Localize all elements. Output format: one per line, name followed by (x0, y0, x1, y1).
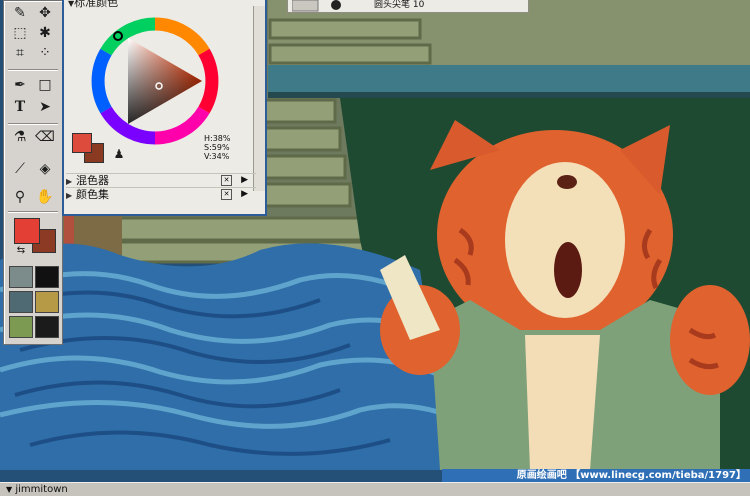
dropper-icon[interactable]: ⚗ (9, 127, 31, 147)
marquee-icon[interactable]: ⬚ (9, 23, 31, 43)
tool-separator (8, 211, 58, 213)
look-swatch[interactable] (35, 316, 59, 338)
hue-value: H:38% (204, 134, 231, 143)
menu-arrow-icon[interactable]: ▶ (241, 174, 248, 187)
value-value: V:34% (204, 152, 230, 161)
move-icon[interactable]: ✥ (34, 3, 56, 23)
brush-icon[interactable]: ✎ (9, 3, 31, 23)
magnifier-icon[interactable]: ⚲ (9, 187, 31, 207)
nozzle-swatch[interactable] (9, 316, 33, 338)
panel-scrollbar[interactable] (253, 6, 265, 191)
document-name: jimmitown (15, 484, 68, 495)
brush-preview-icon[interactable] (292, 0, 352, 12)
tool-separator (8, 123, 58, 125)
dropdown-icon[interactable]: ▼ (6, 485, 12, 494)
selector-icon[interactable]: ➤ (34, 97, 56, 117)
eyedropper-icon[interactable]: ⟋ (9, 159, 31, 179)
pattern-swatch[interactable] (9, 291, 33, 313)
mixer-panel-header[interactable]: ▶ 混色器 ✕ ▶ (66, 173, 256, 187)
grabber-icon[interactable]: ✋ (34, 187, 56, 207)
close-icon[interactable]: ✕ (221, 189, 232, 200)
crop-icon[interactable]: ⌗ (9, 43, 31, 63)
magic-wand-icon[interactable]: ✱ (34, 23, 56, 43)
paper-texture-1[interactable] (9, 266, 33, 288)
rectangle-icon[interactable]: □ (34, 75, 56, 95)
color-sets-panel-header[interactable]: ▶ 颜色集 ✕ ▶ (66, 187, 256, 201)
brush-name-label: 圆头尖笔 10 (374, 0, 425, 10)
hsv-readout: H:38% S:59% V:34% (204, 134, 231, 161)
eraser-icon[interactable]: ⌫ (34, 127, 56, 147)
pen-icon[interactable]: ✒ (9, 75, 31, 95)
menu-arrow-icon[interactable]: ▶ (241, 188, 248, 201)
close-icon[interactable]: ✕ (221, 175, 232, 186)
weaving-swatch[interactable] (35, 291, 59, 313)
saturation-value: S:59% (204, 143, 230, 152)
lasso-icon[interactable]: ⁘ (34, 43, 56, 63)
brush-property-bar: 圆头尖笔 10 (287, 0, 529, 13)
stamp-icon[interactable]: ♟ (108, 144, 130, 164)
standard-colors-panel: ▼标准颜色 ♟ H:38% S:59% V:34% ▶ 混色器 ✕ ▶ ▶ 颜色… (62, 0, 267, 216)
expand-arrow-icon: ▶ (66, 191, 73, 200)
tool-separator (8, 69, 58, 71)
text-icon[interactable]: T (9, 97, 31, 117)
toolbox-palette: ✎ ✥ ⬚ ✱ ⌗ ⁘ ✒ □ T ➤ ⚗ ⌫ ⟋ ◈ ⚲ ✋ ⇆ (3, 0, 63, 345)
panel-main-swatch[interactable] (72, 133, 92, 153)
watermark-banner: 原画绘画吧 【www.linecg.com/tieba/1797】 (442, 469, 750, 482)
gradient-swatch[interactable] (35, 266, 59, 288)
paint-bucket-icon[interactable]: ◈ (34, 159, 56, 179)
panel-title: ▼标准颜色 (68, 0, 119, 9)
document-status-bar: ▼ jimmitown (0, 482, 750, 496)
swap-colors-icon[interactable]: ⇆ (10, 241, 32, 261)
